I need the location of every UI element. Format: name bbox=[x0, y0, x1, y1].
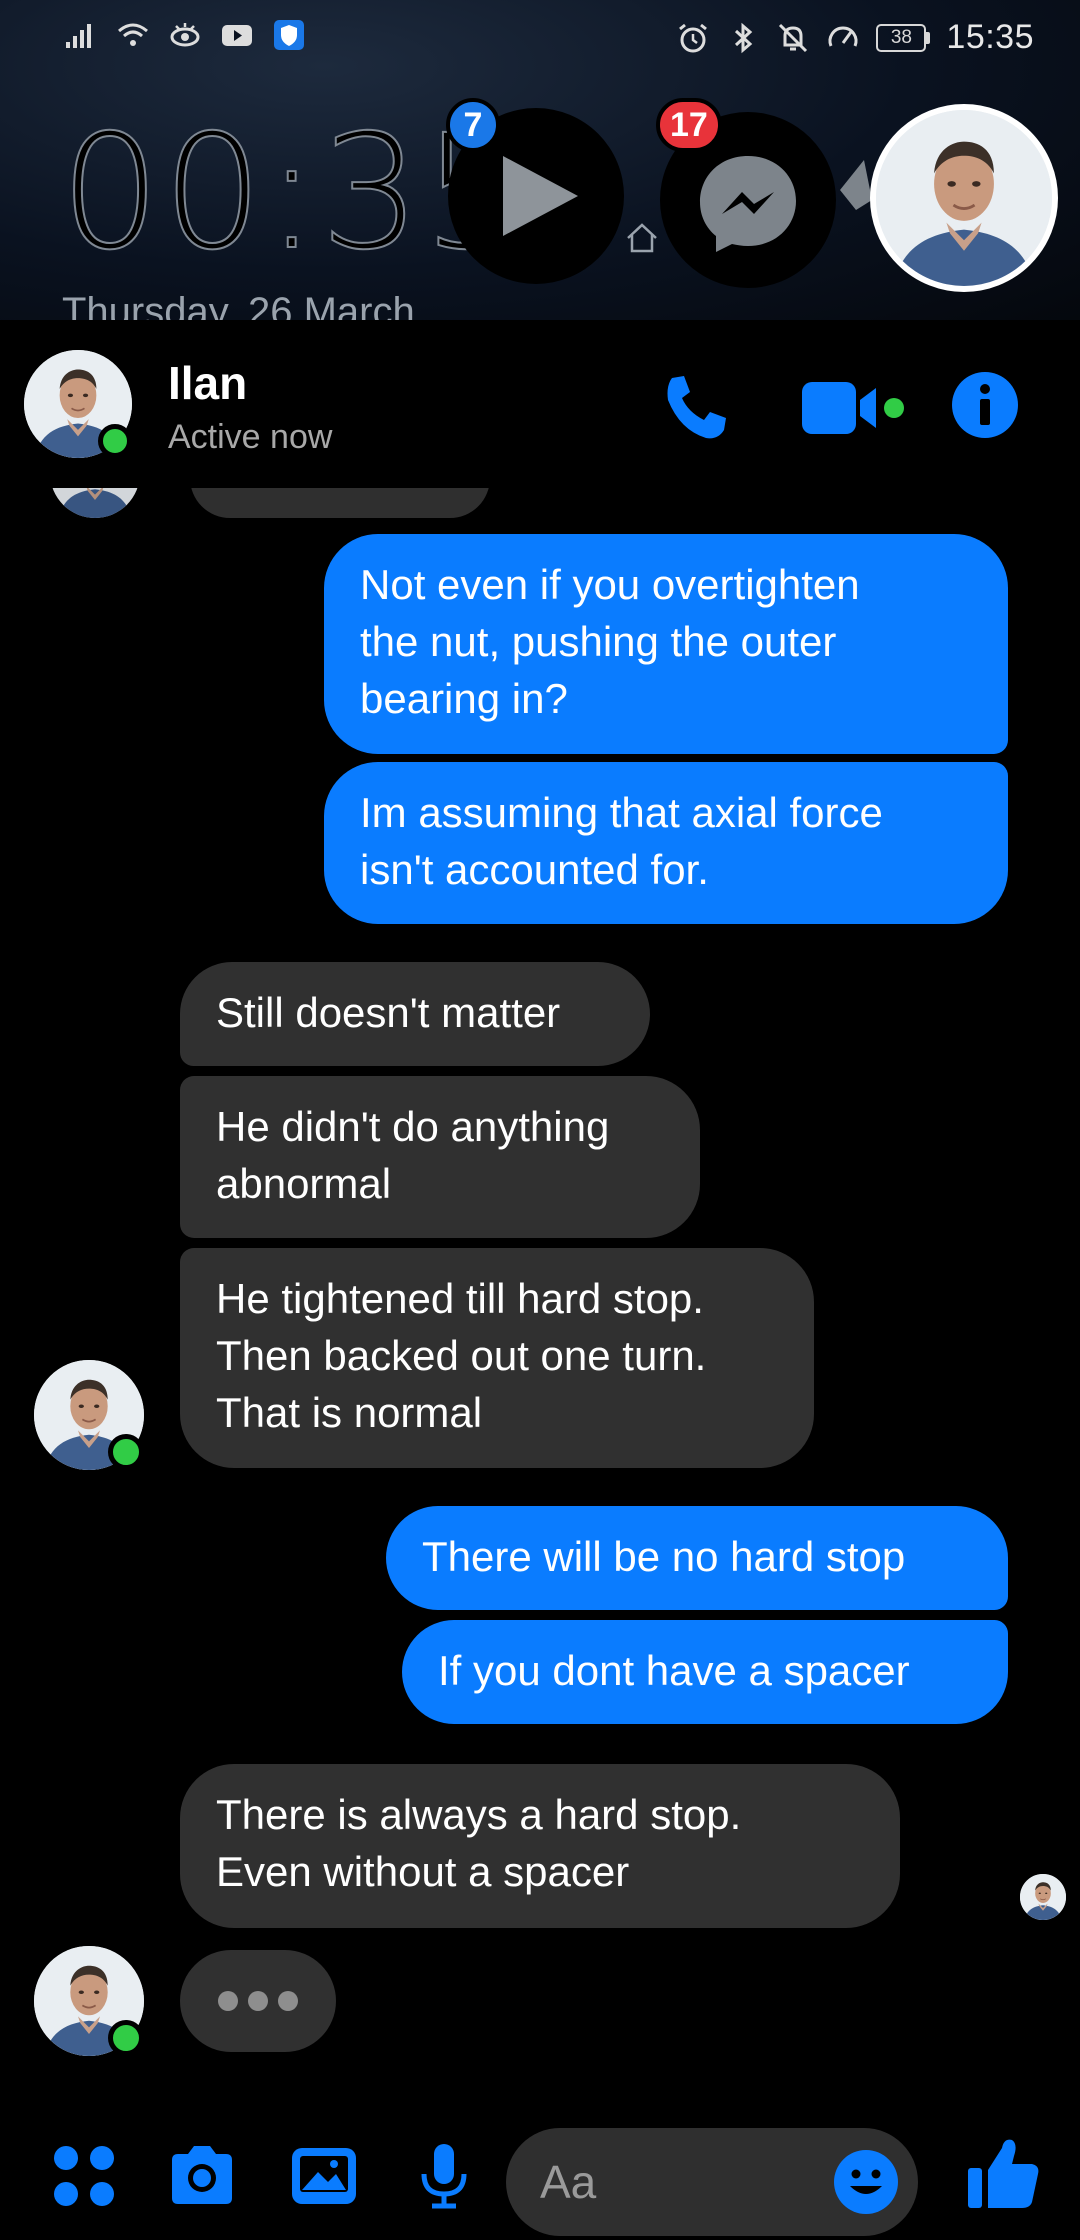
chat-header: Ilan Active now bbox=[0, 320, 1080, 488]
message-incoming[interactable]: He tightened till hard stop. Then backed… bbox=[180, 1248, 814, 1468]
emoji-icon[interactable] bbox=[832, 2148, 900, 2216]
gallery-icon[interactable] bbox=[288, 2140, 360, 2212]
phone-icon[interactable] bbox=[658, 370, 732, 444]
message-outgoing[interactable]: Not even if you overtighten the nut, pus… bbox=[324, 534, 1008, 754]
thumbs-up-icon[interactable] bbox=[964, 2134, 1044, 2214]
typing-dot bbox=[248, 1991, 268, 2011]
message-incoming[interactable]: He didn't do anything abnormal bbox=[180, 1076, 700, 1238]
chat-panel: Ilan Active now Not even if you overtigh… bbox=[0, 320, 1080, 2240]
signal-icon bbox=[66, 24, 91, 48]
seen-receipt-avatar bbox=[1018, 1872, 1068, 1922]
online-indicator bbox=[108, 1434, 144, 1470]
contact-photo bbox=[876, 110, 1052, 286]
message-composer bbox=[0, 2106, 1080, 2240]
alarm-icon bbox=[679, 23, 708, 52]
battery-indicator: 38 bbox=[876, 23, 931, 52]
message-outgoing[interactable]: If you dont have a spacer bbox=[402, 1620, 1008, 1724]
info-icon[interactable] bbox=[950, 370, 1020, 440]
shield-icon bbox=[274, 20, 304, 50]
status-bar: 38 15:35 bbox=[0, 0, 1080, 80]
microphone-icon[interactable] bbox=[408, 2140, 480, 2212]
typing-dot bbox=[218, 1991, 238, 2011]
play-notification-badge: 7 bbox=[446, 98, 500, 152]
message-incoming[interactable]: There is always a hard stop. Even withou… bbox=[180, 1764, 900, 1928]
message-outgoing[interactable]: There will be no hard stop bbox=[386, 1506, 1008, 1610]
home-icon[interactable] bbox=[624, 220, 660, 256]
online-indicator bbox=[108, 2020, 144, 2056]
contact-status: Active now bbox=[168, 418, 333, 456]
camera-icon[interactable] bbox=[166, 2140, 238, 2212]
message-outgoing[interactable]: Im assuming that axial force isn't accou… bbox=[324, 762, 1008, 924]
video-call-icon[interactable] bbox=[800, 376, 904, 440]
chat-head-contact[interactable] bbox=[870, 104, 1058, 292]
typing-indicator bbox=[180, 1950, 336, 2052]
apps-icon[interactable] bbox=[48, 2140, 120, 2212]
message-input[interactable] bbox=[540, 2152, 810, 2212]
typing-dot bbox=[278, 1991, 298, 2011]
message-incoming[interactable]: Still doesn't matter bbox=[180, 962, 650, 1066]
wifi-icon bbox=[118, 23, 148, 46]
mute-icon bbox=[779, 23, 808, 52]
contact-name[interactable]: Ilan bbox=[168, 356, 247, 410]
speed-icon bbox=[828, 26, 858, 47]
contact-photo bbox=[1020, 1874, 1066, 1920]
battery-level: 38 bbox=[876, 23, 927, 52]
youtube-icon bbox=[222, 25, 252, 46]
status-time: 15:35 bbox=[946, 18, 1034, 56]
lock-wallpaper: 38 15:35 00:35 Thursday, 26 March 7 17 bbox=[0, 0, 1080, 330]
online-indicator bbox=[98, 424, 132, 458]
eye-comfort-icon bbox=[170, 23, 200, 47]
messenger-notification-badge: 17 bbox=[656, 98, 722, 152]
message-input-container bbox=[506, 2128, 918, 2236]
bluetooth-icon bbox=[735, 22, 753, 53]
